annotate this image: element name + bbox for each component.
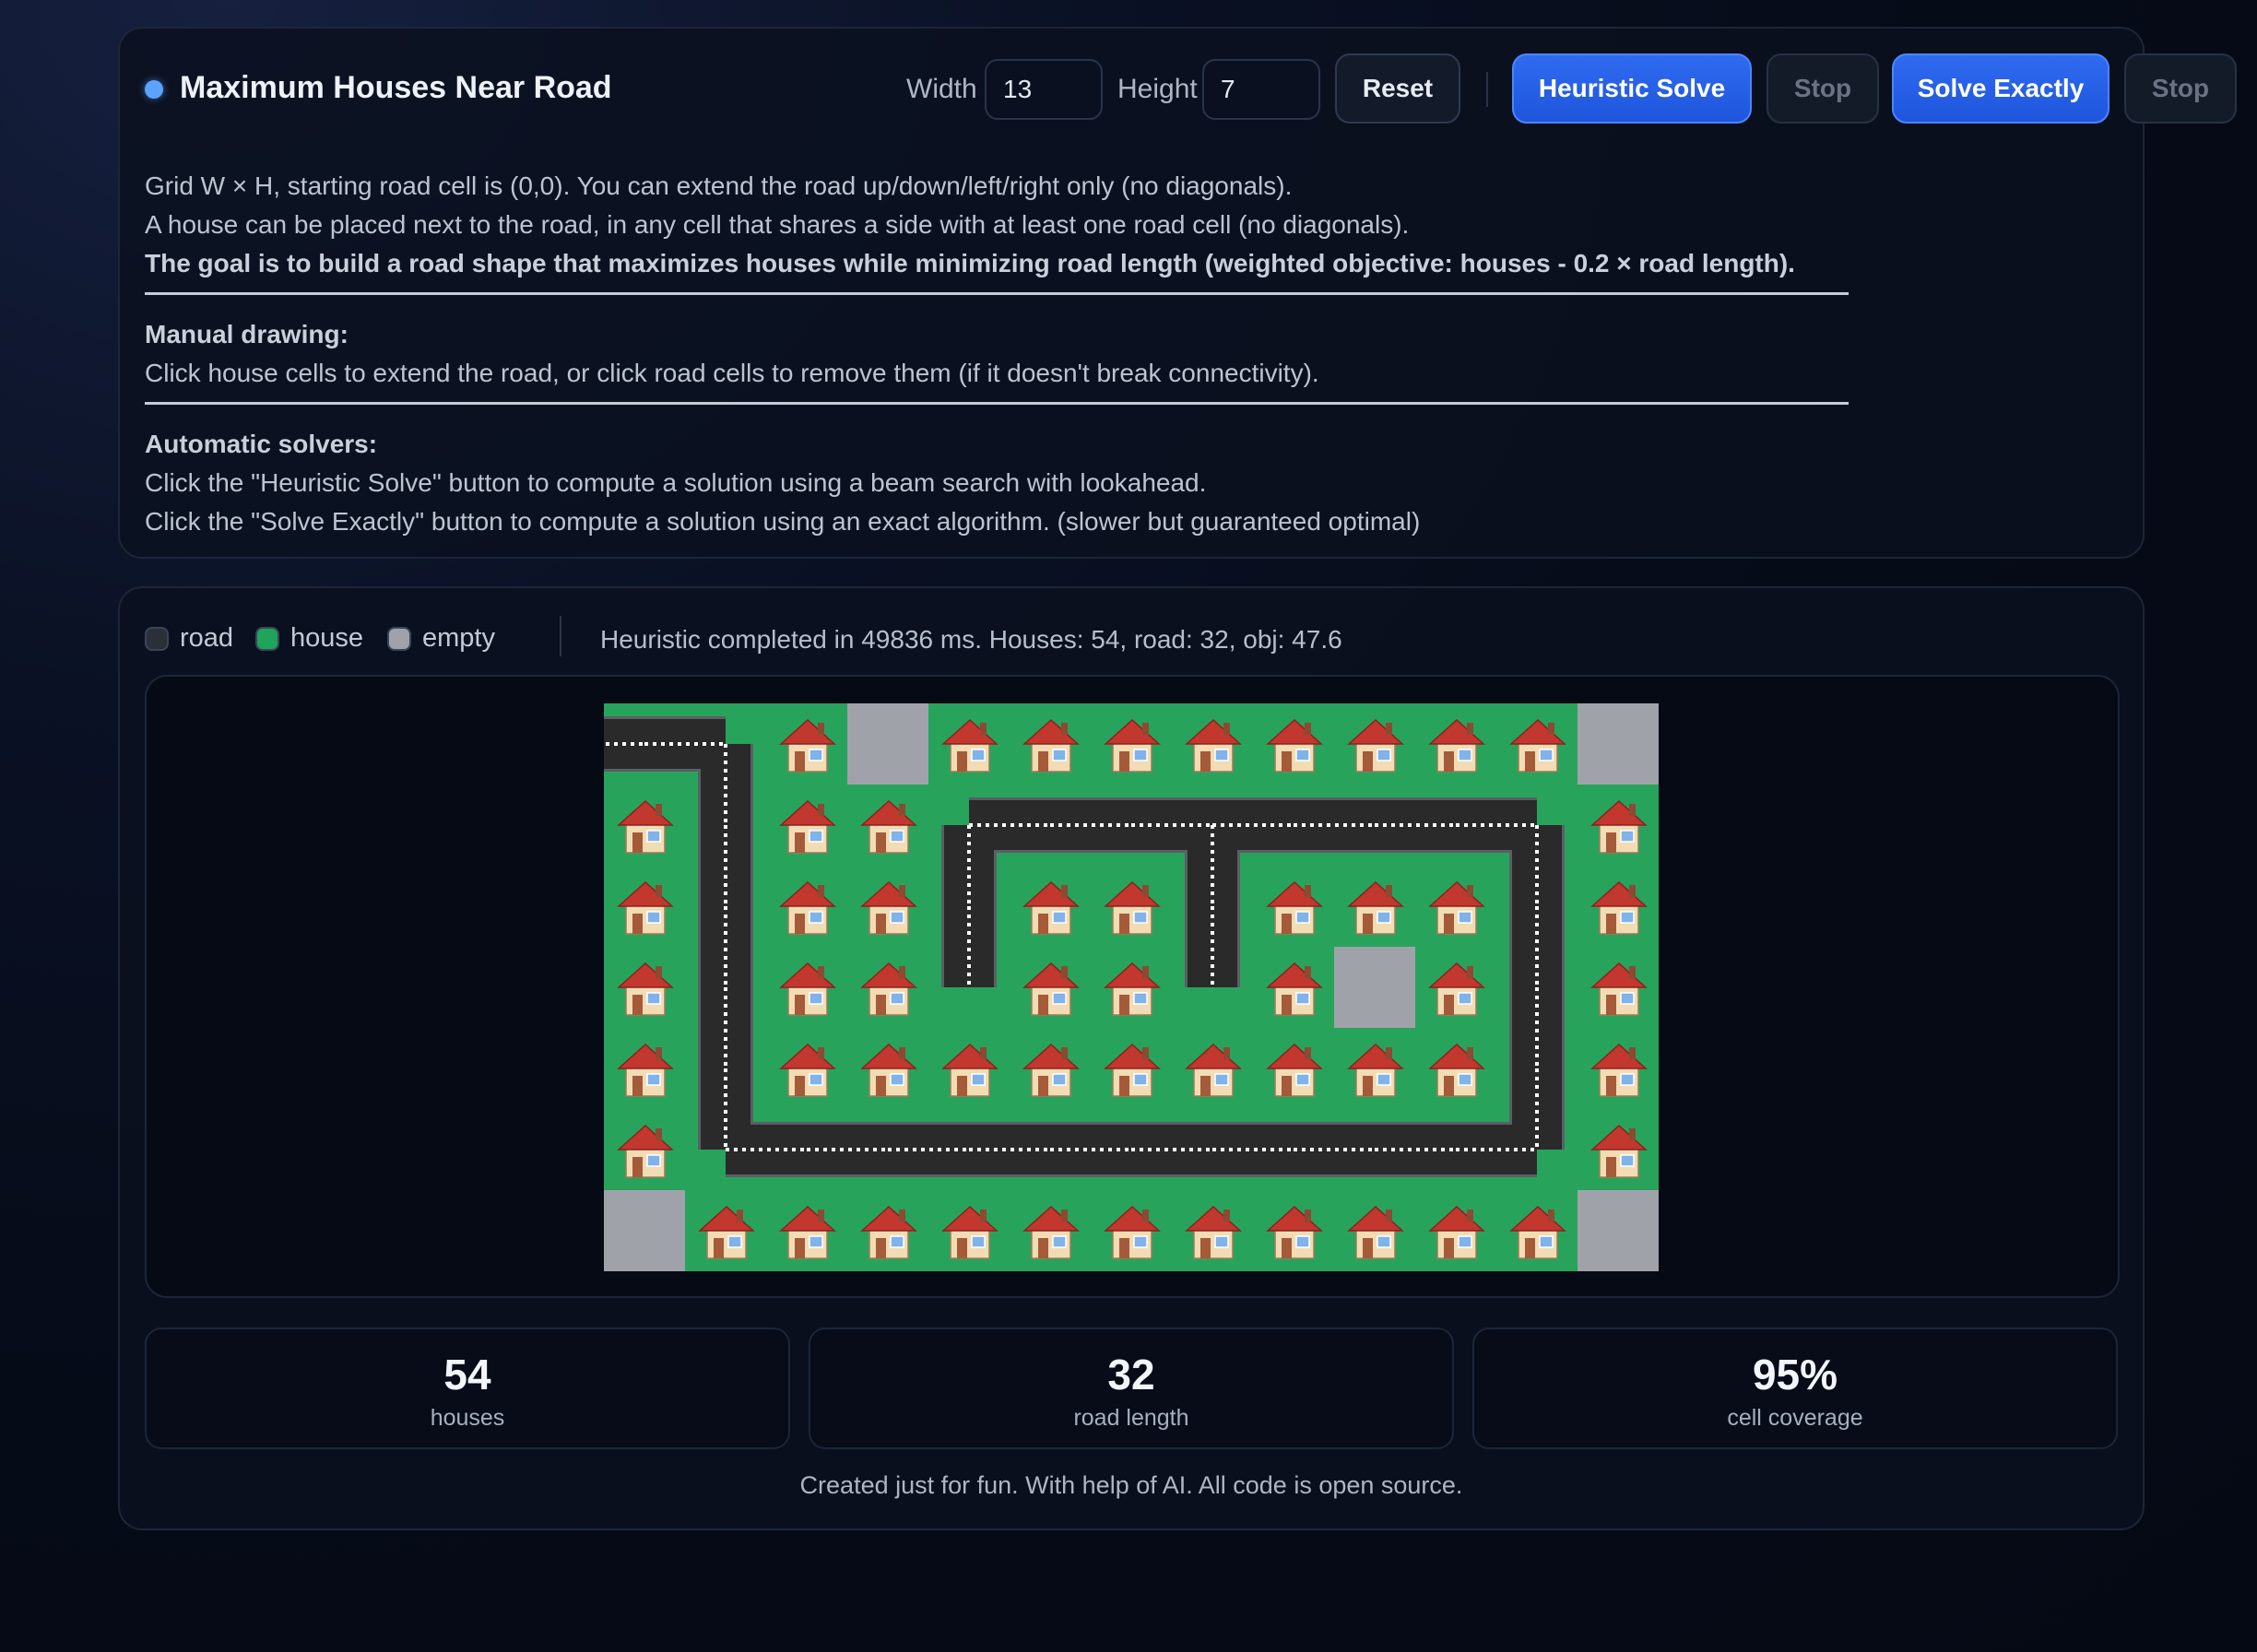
width-input[interactable] [985, 59, 1103, 120]
empty-swatch [387, 626, 411, 651]
empty-cell[interactable] [1578, 703, 1659, 785]
page-title: Maximum Houses Near Road [180, 70, 612, 105]
toolbar-divider [1486, 72, 1488, 107]
instruction-house: A house can be placed next to the road, … [145, 210, 1410, 239]
empty-cell[interactable] [1334, 947, 1415, 1028]
solve-exactly-button[interactable]: Solve Exactly [1892, 53, 2109, 124]
heuristic-solve-button[interactable]: Heuristic Solve [1512, 53, 1752, 124]
heuristic-stop-button[interactable]: Stop [1767, 53, 1879, 124]
instruction-grid: Grid W × H, starting road cell is (0,0).… [145, 171, 1293, 200]
manual-instruction: Click house cells to extend the road, or… [145, 359, 1319, 387]
stat-value: 32 [1107, 1351, 1155, 1398]
stat-road-length: 32 road length [809, 1328, 1454, 1449]
stat-label: cell coverage [1727, 1405, 1863, 1431]
house-swatch [255, 626, 279, 651]
stat-cell-coverage: 95% cell coverage [1472, 1328, 2118, 1449]
manual-heading: Manual drawing: [145, 320, 349, 348]
stat-value: 54 [443, 1351, 491, 1398]
auto-instruction-heuristic: Click the "Heuristic Solve" button to co… [145, 468, 1207, 497]
auto-heading: Automatic solvers: [145, 430, 378, 458]
legend-house: house [255, 623, 363, 654]
empty-cell[interactable] [604, 1190, 685, 1271]
divider [145, 402, 1849, 405]
auto-instruction-exact: Click the "Solve Exactly" button to comp… [145, 507, 1421, 536]
stat-label: houses [430, 1405, 505, 1431]
legend-divider [560, 616, 561, 656]
legend-empty: empty [387, 623, 495, 654]
toolbar: Maximum Houses Near Road Width Height Re… [145, 53, 2237, 125]
stat-value: 95% [1752, 1351, 1838, 1398]
legend-house-label: house [290, 623, 364, 653]
empty-cell[interactable] [1578, 1190, 1659, 1271]
empty-cell[interactable] [847, 703, 928, 785]
instructions: Grid W × H, starting road cell is (0,0).… [145, 167, 1860, 541]
road-swatch [145, 626, 169, 651]
reset-button[interactable]: Reset [1335, 53, 1460, 124]
status-dot [145, 80, 163, 99]
stat-houses: 54 houses [145, 1328, 790, 1449]
stat-label: road length [1073, 1405, 1189, 1431]
instruction-goal: The goal is to build a road shape that m… [145, 249, 1795, 277]
legend-empty-label: empty [422, 623, 495, 653]
controls-panel: Maximum Houses Near Road Width Height Re… [118, 27, 2237, 559]
legend-road: road [145, 623, 233, 654]
solver-status: Heuristic completed in 49836 ms. Houses:… [600, 625, 1342, 654]
height-input[interactable] [1202, 59, 1320, 120]
legend-road-label: road [180, 623, 234, 653]
width-label: Width [906, 74, 977, 104]
footer-note: Created just for fun. With help of AI. A… [799, 1471, 1463, 1499]
road-grid[interactable] [604, 703, 1660, 1272]
divider [145, 292, 1849, 295]
height-label: Height [1117, 74, 1198, 104]
exact-stop-button[interactable]: Stop [2124, 53, 2237, 124]
